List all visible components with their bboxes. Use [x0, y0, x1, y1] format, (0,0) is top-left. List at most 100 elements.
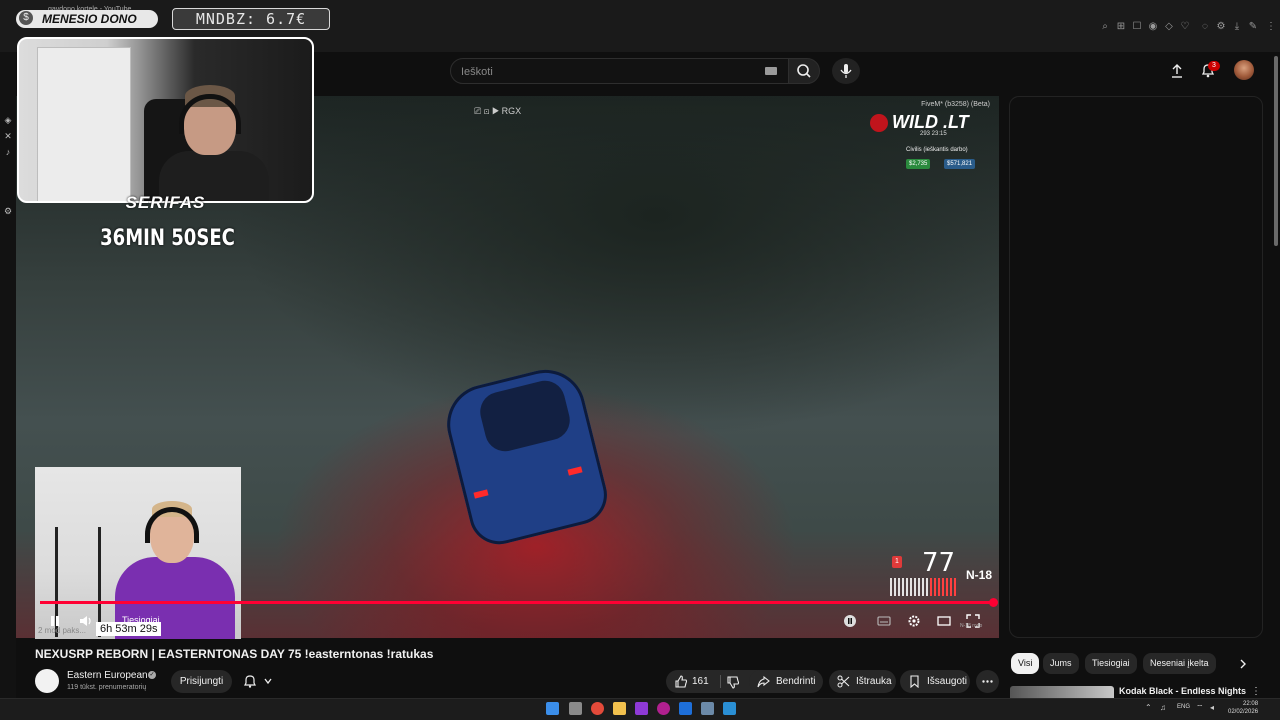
- x-icon[interactable]: ✕: [3, 131, 13, 141]
- hud-job-label: Civilis (ieškantis darbo): [906, 147, 968, 153]
- account-avatar[interactable]: [1234, 60, 1254, 80]
- clock-time: 22:08: [1243, 701, 1259, 707]
- menu-icon[interactable]: ⋮: [1264, 20, 1278, 34]
- thumbs-down-icon[interactable]: [726, 675, 740, 689]
- notification-bell-icon[interactable]: [243, 674, 257, 688]
- subscriber-count: 119 tūkst. prenumeratorių: [67, 684, 147, 691]
- filter-chip-all[interactable]: Visi: [1011, 653, 1040, 674]
- clip-label: Ištrauka: [856, 676, 892, 687]
- extension-icon[interactable]: ◇: [1162, 20, 1176, 34]
- autoplay-toggle-icon[interactable]: [843, 614, 857, 628]
- donation-label-text: MENESIO DONO: [42, 12, 137, 26]
- monthly-donation-widget: MENESIO DONO $ MNDBZ: 6.7€: [16, 8, 330, 30]
- opera-gx-icon[interactable]: [657, 702, 670, 715]
- search-button[interactable]: [788, 58, 820, 84]
- speaker-icon[interactable]: ◂: [1210, 704, 1218, 712]
- channel-avatar[interactable]: [35, 669, 59, 693]
- progress-scrubber[interactable]: [989, 598, 998, 607]
- keyboard-language[interactable]: ENG: [1177, 704, 1190, 710]
- zoom-icon[interactable]: ⌕: [1098, 20, 1112, 34]
- chrome-icon[interactable]: [591, 702, 604, 715]
- ai-icon[interactable]: ✎: [1246, 20, 1260, 34]
- subtitles-icon[interactable]: [877, 614, 891, 628]
- streamer-name: SERIFAS: [125, 193, 206, 212]
- clock-date: 02/02/2026: [1228, 709, 1259, 715]
- donation-amount: MNDBZ: 6.7€: [172, 8, 330, 30]
- chevron-right-icon[interactable]: [1236, 657, 1250, 671]
- theater-mode-icon[interactable]: [937, 614, 951, 628]
- telegram-icon[interactable]: [723, 702, 736, 715]
- app-icon[interactable]: [635, 702, 648, 715]
- start-menu-icon[interactable]: [546, 702, 559, 715]
- clip-button[interactable]: Ištrauka: [829, 670, 896, 693]
- door-graphic: [37, 47, 131, 201]
- like-count: 161: [692, 676, 709, 687]
- subscribe-button[interactable]: Prisijungti: [171, 670, 232, 693]
- hud-rpm-redline: [930, 578, 956, 596]
- hud-logo-text: WILD .LT: [892, 112, 969, 132]
- search-input[interactable]: [459, 59, 753, 85]
- page-scrollbar[interactable]: [1274, 56, 1278, 246]
- heart-icon[interactable]: ♡: [1178, 20, 1192, 34]
- save-button[interactable]: Išsaugoti: [900, 670, 970, 693]
- eye-icon[interactable]: ◉: [1146, 20, 1160, 34]
- recommendation-thumbnail[interactable]: [1010, 686, 1114, 698]
- bookmark-icon: [910, 675, 919, 688]
- more-actions-button[interactable]: [976, 670, 999, 693]
- thumbs-up-icon[interactable]: [674, 675, 688, 689]
- hud-stats: 293 23:15: [920, 131, 947, 137]
- search-taskbar-icon[interactable]: [569, 702, 582, 715]
- hud-speed-badge: 1: [892, 556, 902, 568]
- chevron-down-icon[interactable]: [263, 676, 273, 686]
- settings-gear-icon[interactable]: [907, 614, 921, 628]
- recommendation-title[interactable]: Kodak Black - Endless Nights: [1119, 686, 1246, 696]
- download-icon[interactable]: ⤓: [1230, 20, 1244, 34]
- settings-app-icon[interactable]: [701, 702, 714, 715]
- settings-icon[interactable]: ⚙: [1214, 20, 1228, 34]
- hud-speedometer: 77: [922, 548, 956, 578]
- messenger-icon[interactable]: ◈: [3, 115, 13, 125]
- bookmark-icon[interactable]: ☐: [1130, 20, 1144, 34]
- chat-icon[interactable]: ◌: [1198, 20, 1212, 34]
- hud-top-icons: ⎚ ⊡ ▶ RGX: [474, 106, 522, 116]
- video-title: NEXUSRP REBORN | EASTERNTONAS DAY 75 !ea…: [35, 647, 434, 661]
- wifi-icon[interactable]: ⌔: [1196, 704, 1204, 712]
- viewers-text: 2 mod paks...: [38, 626, 87, 635]
- voice-search-button[interactable]: [832, 58, 860, 84]
- divider: [720, 675, 721, 688]
- stream-timer: 36MIN 50SEC: [100, 226, 235, 251]
- share-button[interactable]: Bendrinti: [749, 670, 823, 693]
- tiktok-icon[interactable]: ♪: [3, 147, 13, 157]
- hud-bank-badge: $571,821: [944, 159, 976, 169]
- microphone-tray-icon[interactable]: ♫: [1160, 704, 1168, 712]
- search-box[interactable]: [450, 58, 790, 85]
- rating-label: N-18 rodo: [960, 623, 983, 629]
- webcam-overlay-top: [17, 37, 314, 203]
- share-label: Bendrinti: [776, 676, 816, 687]
- hud-gear: N-18: [966, 568, 993, 582]
- search-icon: [797, 64, 811, 78]
- stream-uptime-overlay: 6h 53m 29s: [96, 622, 162, 636]
- live-chat-panel: [1009, 96, 1263, 638]
- hud-cash-badge: $2,735: [906, 159, 931, 169]
- app-icon[interactable]: [679, 702, 692, 715]
- donation-label: MENESIO DONO: [16, 10, 158, 28]
- progress-bar[interactable]: [40, 601, 995, 604]
- scissors-icon: [837, 675, 850, 688]
- microphone-icon: [840, 64, 852, 78]
- more-vertical-icon[interactable]: ⋮: [1251, 686, 1261, 697]
- save-label: Išsaugoti: [927, 676, 968, 687]
- system-clock[interactable]: 22:08 02/02/2026: [1228, 700, 1258, 716]
- filter-chip-for-you[interactable]: Jums: [1043, 653, 1079, 674]
- translate-icon[interactable]: ⊞: [1114, 20, 1128, 34]
- upload-icon[interactable]: [1170, 63, 1184, 79]
- filter-chip-recent[interactable]: Neseniai įkelta: [1143, 653, 1216, 674]
- settings-icon[interactable]: ⚙: [3, 206, 13, 216]
- notification-badge: 3: [1208, 61, 1220, 71]
- chevron-up-icon[interactable]: ⌃: [1145, 704, 1153, 712]
- wild-logo-icon: [870, 114, 888, 132]
- filter-chip-live[interactable]: Tiesiogiai: [1085, 653, 1137, 674]
- file-explorer-icon[interactable]: [613, 702, 626, 715]
- keyboard-icon[interactable]: [765, 67, 777, 75]
- channel-name[interactable]: Eastern European: [67, 670, 148, 681]
